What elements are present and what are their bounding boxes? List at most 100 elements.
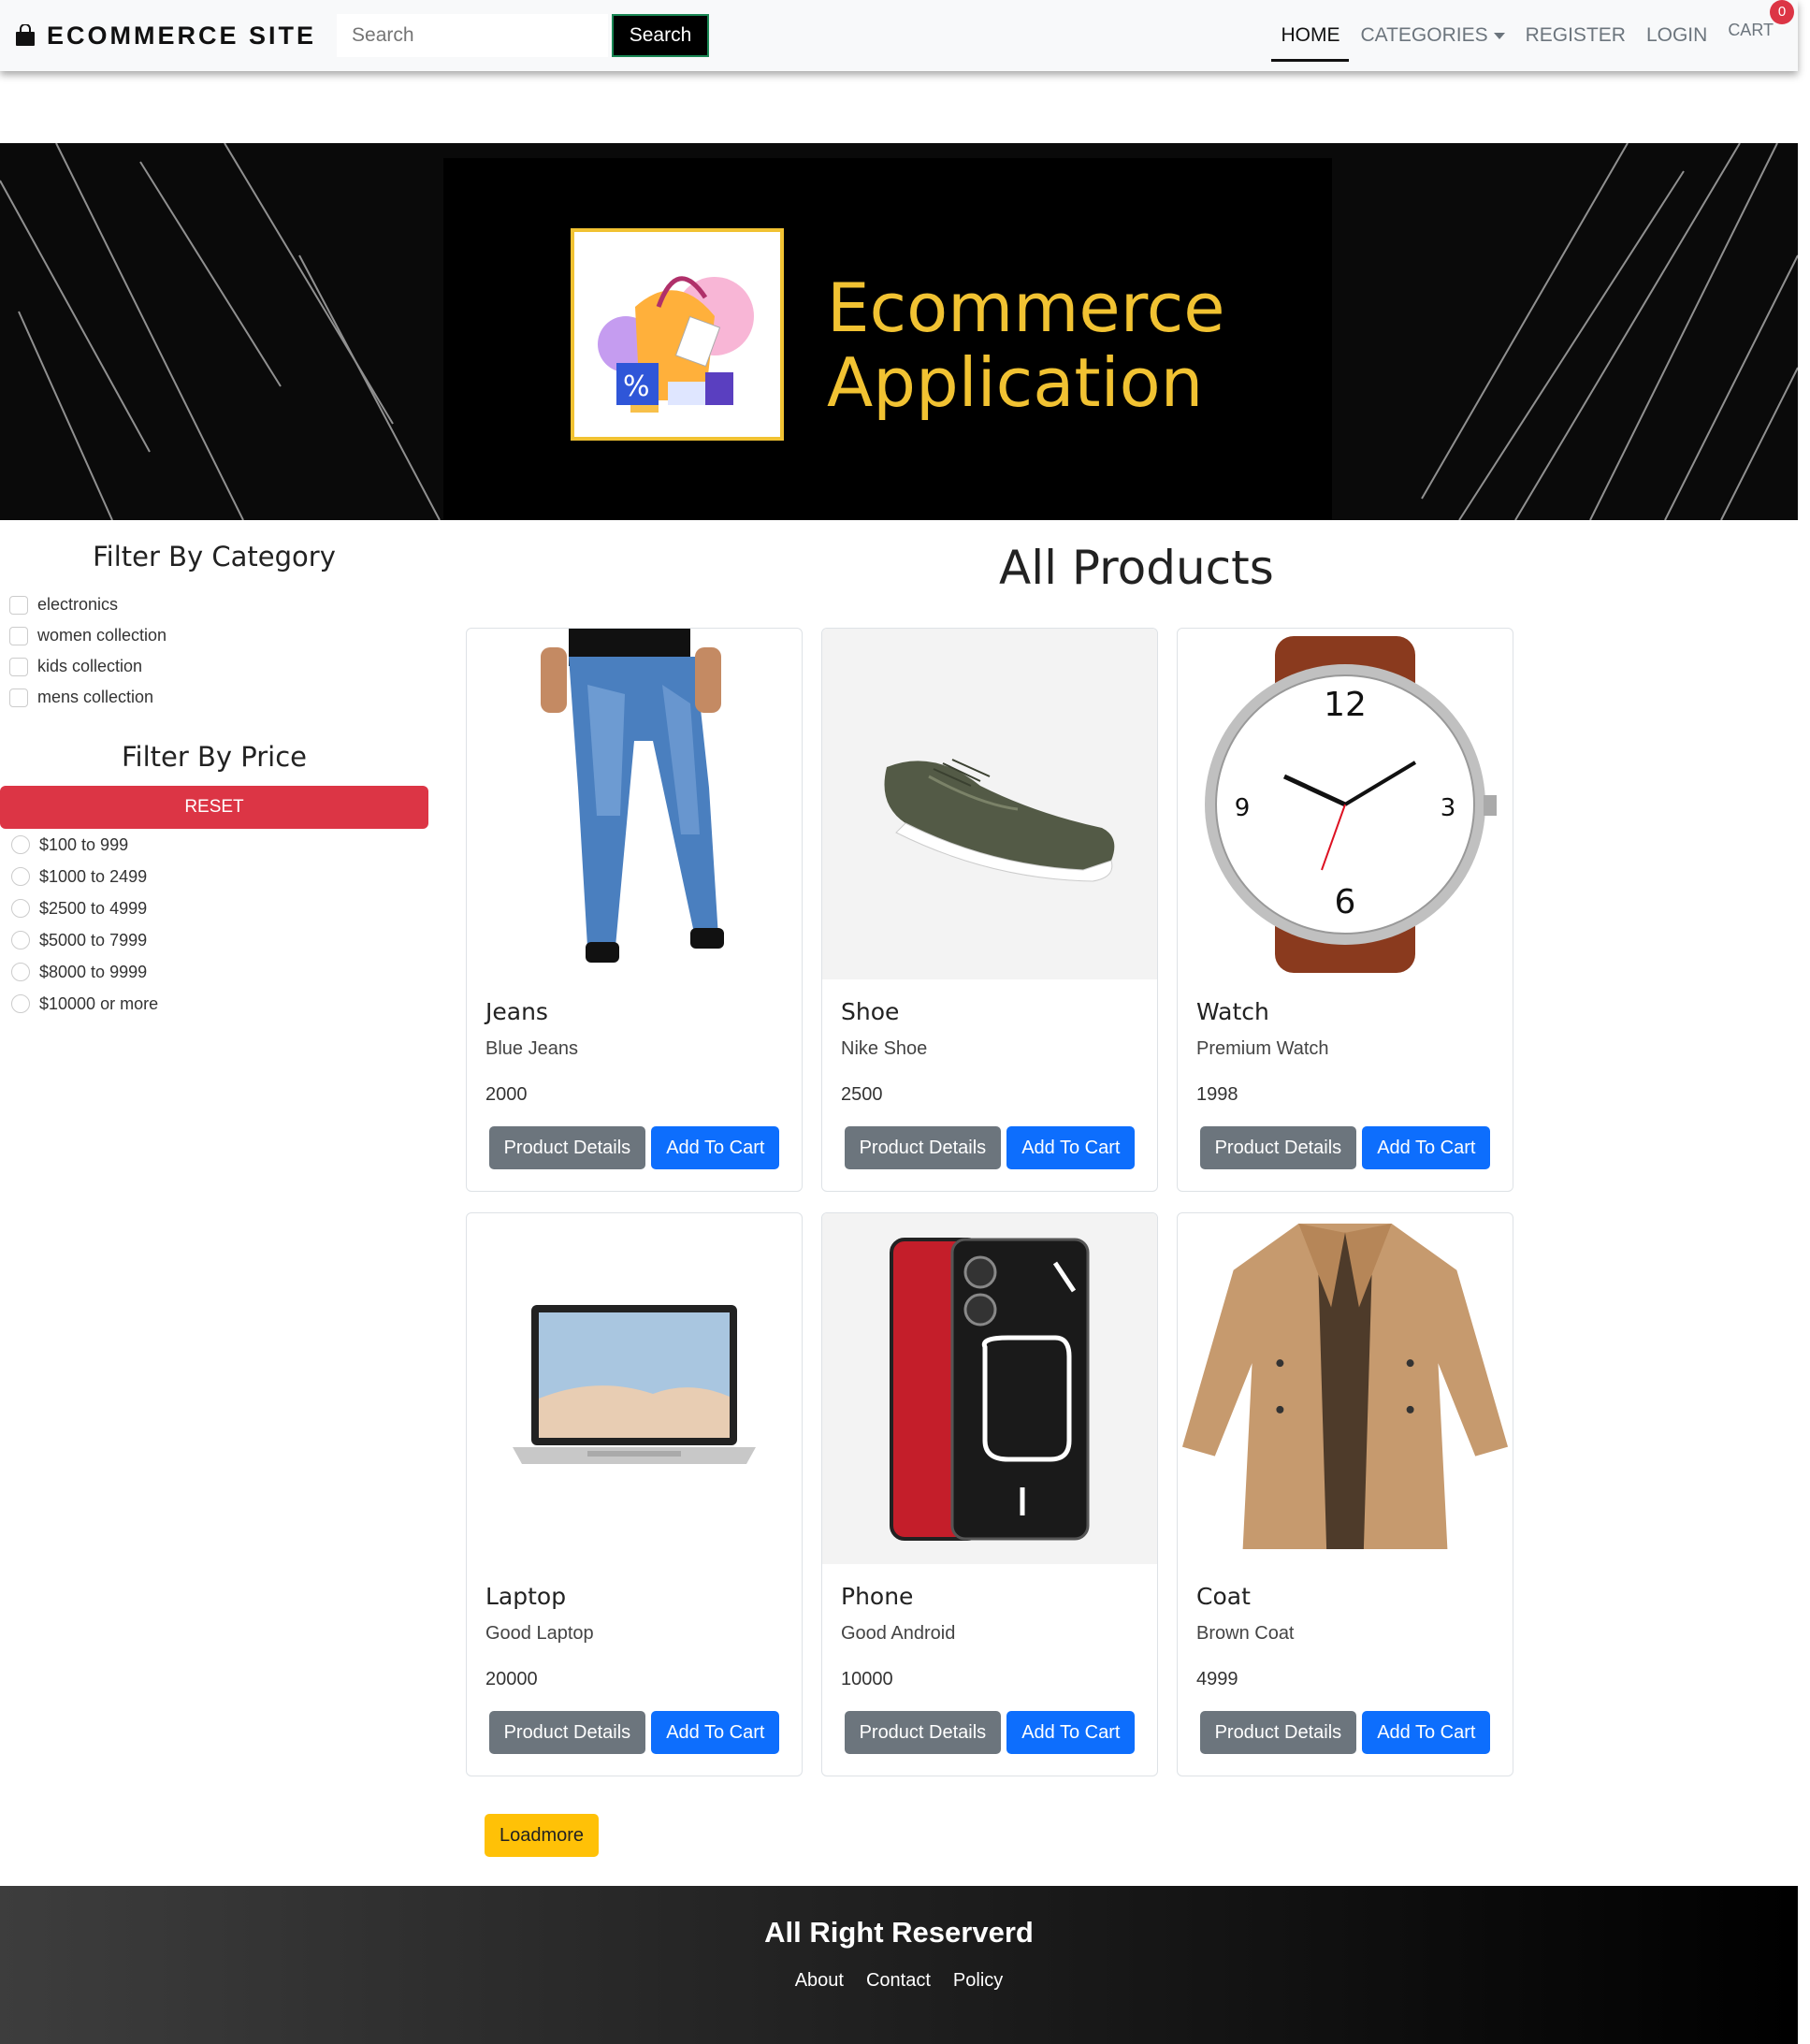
product-details-button[interactable]: Product Details: [1199, 1126, 1357, 1169]
product-description: Premium Watch: [1196, 1038, 1329, 1059]
product-image-laptop[interactable]: [467, 1213, 802, 1564]
category-label: kids collection: [37, 657, 143, 675]
product-name: Shoe: [841, 998, 900, 1025]
category-checkbox[interactable]: [9, 657, 28, 676]
price-radio[interactable]: [11, 835, 30, 854]
nav-categories-label: CATEGORIES: [1360, 24, 1488, 46]
product-price: 2500: [841, 1084, 883, 1105]
product-image-coat[interactable]: [1178, 1213, 1513, 1564]
filter-sidebar: Filter By Category electronics women col…: [0, 520, 428, 1020]
caret-down-icon: [1493, 32, 1505, 39]
page-title: All Products: [999, 541, 1274, 595]
price-label: $2500 to 4999: [39, 898, 148, 918]
product-description: Blue Jeans: [485, 1038, 578, 1059]
price-label: $8000 to 9999: [39, 962, 148, 981]
watch-image-icon: 12 6 9 3: [1205, 635, 1497, 973]
product-image-jeans[interactable]: [467, 629, 802, 979]
cart-label: CART: [1728, 20, 1774, 39]
loadmore-button[interactable]: Loadmore: [485, 1814, 600, 1857]
svg-text:3: 3: [1441, 794, 1456, 822]
product-card: Coat Brown Coat 4999 Product Details Add…: [1177, 1212, 1513, 1776]
search-input[interactable]: [337, 14, 609, 57]
price-option[interactable]: $2500 to 4999: [11, 892, 428, 924]
category-item[interactable]: kids collection: [9, 651, 428, 682]
brand-link[interactable]: ECOMMERCE SITE: [15, 22, 316, 51]
product-details-button[interactable]: Product Details: [844, 1711, 1002, 1754]
footer-links: About Contact Policy: [0, 1970, 1798, 1992]
price-option[interactable]: $100 to 999: [11, 829, 428, 861]
price-list: $100 to 999 $1000 to 2499 $2500 to 4999 …: [0, 829, 428, 1020]
price-option[interactable]: $10000 or more: [11, 988, 428, 1020]
category-label: women collection: [37, 626, 167, 645]
nav-register[interactable]: REGISTER: [1526, 0, 1626, 71]
price-radio[interactable]: [11, 963, 30, 981]
price-option[interactable]: $8000 to 9999: [11, 956, 428, 988]
category-checkbox[interactable]: [9, 595, 28, 615]
product-card: Shoe Nike Shoe 2500 Product Details Add …: [821, 628, 1158, 1192]
svg-text:12: 12: [1324, 686, 1367, 724]
product-description: Good Laptop: [485, 1623, 594, 1644]
banner-center: % Ecommerce Application: [443, 158, 1332, 520]
product-grid: Jeans Blue Jeans 2000 Product Details Ad…: [466, 628, 1516, 1776]
price-radio[interactable]: [11, 867, 30, 886]
add-to-cart-button[interactable]: Add To Cart: [1362, 1126, 1491, 1169]
banner-line-2: Application: [827, 343, 1204, 422]
shopping-bag-illustration-icon: %: [598, 276, 754, 413]
reset-button[interactable]: RESET: [0, 786, 428, 829]
product-details-button[interactable]: Product Details: [488, 1711, 646, 1754]
price-radio[interactable]: [11, 899, 30, 918]
nav-login[interactable]: LOGIN: [1646, 0, 1707, 71]
nav-categories[interactable]: CATEGORIES: [1360, 0, 1505, 71]
footer-link-policy[interactable]: Policy: [953, 1970, 1003, 1992]
product-details-button[interactable]: Product Details: [1199, 1711, 1357, 1754]
footer-link-about[interactable]: About: [795, 1970, 844, 1992]
product-name: Phone: [841, 1583, 914, 1610]
product-image-shoe[interactable]: [822, 629, 1157, 979]
product-description: Nike Shoe: [841, 1038, 928, 1059]
price-radio[interactable]: [11, 994, 30, 1013]
category-label: mens collection: [37, 688, 154, 706]
add-to-cart-button[interactable]: Add To Cart: [651, 1711, 780, 1754]
product-name: Jeans: [485, 998, 548, 1025]
nav-cart[interactable]: CART 0: [1728, 0, 1794, 40]
product-price: 10000: [841, 1669, 893, 1689]
product-details-button[interactable]: Product Details: [844, 1126, 1002, 1169]
footer-title: All Right Reserverd: [764, 1916, 1034, 1949]
category-item[interactable]: mens collection: [9, 682, 428, 713]
add-to-cart-button[interactable]: Add To Cart: [1006, 1711, 1136, 1754]
category-item[interactable]: women collection: [9, 620, 428, 651]
price-option[interactable]: $5000 to 7999: [11, 924, 428, 956]
filter-price-title: Filter By Price: [121, 741, 308, 773]
product-card: 12 6 9 3 Watch Premium Watch 1998 Produc…: [1177, 628, 1513, 1192]
filter-category-title: Filter By Category: [93, 541, 336, 573]
category-item[interactable]: electronics: [9, 589, 428, 620]
footer: All Right Reserverd About Contact Policy: [0, 1886, 1798, 2044]
svg-text:%: %: [623, 370, 650, 403]
category-checkbox[interactable]: [9, 626, 28, 645]
price-label: $1000 to 2499: [39, 866, 148, 886]
svg-text:6: 6: [1335, 883, 1356, 921]
product-name: Watch: [1196, 998, 1269, 1025]
shoe-image-icon: [884, 758, 1115, 882]
add-to-cart-button[interactable]: Add To Cart: [1006, 1126, 1136, 1169]
add-to-cart-button[interactable]: Add To Cart: [651, 1126, 780, 1169]
price-option[interactable]: $1000 to 2499: [11, 861, 428, 892]
category-checkbox[interactable]: [9, 688, 28, 707]
product-image-watch[interactable]: 12 6 9 3: [1178, 629, 1513, 979]
jeans-image-icon: [541, 629, 724, 963]
brand-name: ECOMMERCE SITE: [47, 21, 317, 50]
product-price: 1998: [1196, 1084, 1238, 1105]
add-to-cart-button[interactable]: Add To Cart: [1362, 1711, 1491, 1754]
price-radio[interactable]: [11, 931, 30, 950]
shopping-bag-icon: [16, 24, 35, 46]
nav-home[interactable]: HOME: [1271, 0, 1350, 71]
product-price: 4999: [1196, 1669, 1238, 1689]
search-button[interactable]: Search: [612, 14, 710, 57]
price-label: $10000 or more: [39, 993, 159, 1013]
product-card: Jeans Blue Jeans 2000 Product Details Ad…: [466, 628, 803, 1192]
product-image-phone[interactable]: [822, 1213, 1157, 1564]
laptop-image-icon: [513, 1304, 756, 1464]
footer-link-contact[interactable]: Contact: [866, 1970, 931, 1992]
phone-image-icon: [890, 1237, 1090, 1541]
product-details-button[interactable]: Product Details: [488, 1126, 646, 1169]
